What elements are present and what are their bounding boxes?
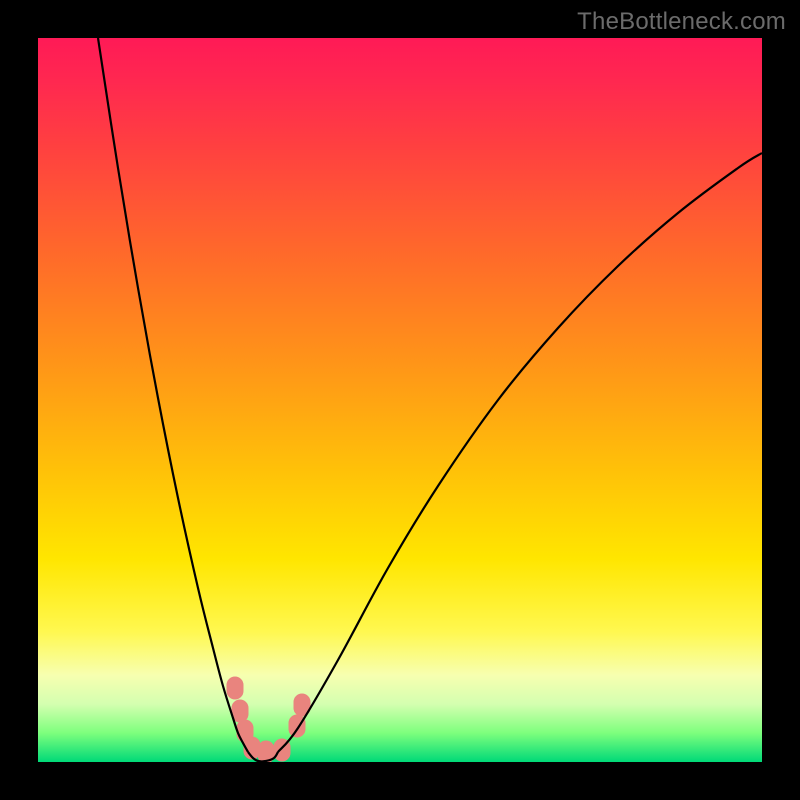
curve-right-branch xyxy=(278,153,762,752)
marker-point xyxy=(232,700,248,722)
credit-label: TheBottleneck.com xyxy=(577,8,786,36)
plot-area xyxy=(38,38,762,762)
marker-point xyxy=(289,715,305,737)
marker-point xyxy=(227,677,243,699)
chart-overlay xyxy=(38,38,762,762)
curve-left-branch xyxy=(98,38,248,752)
marker-group xyxy=(227,677,310,762)
outer-frame: TheBottleneck.com xyxy=(0,0,800,800)
